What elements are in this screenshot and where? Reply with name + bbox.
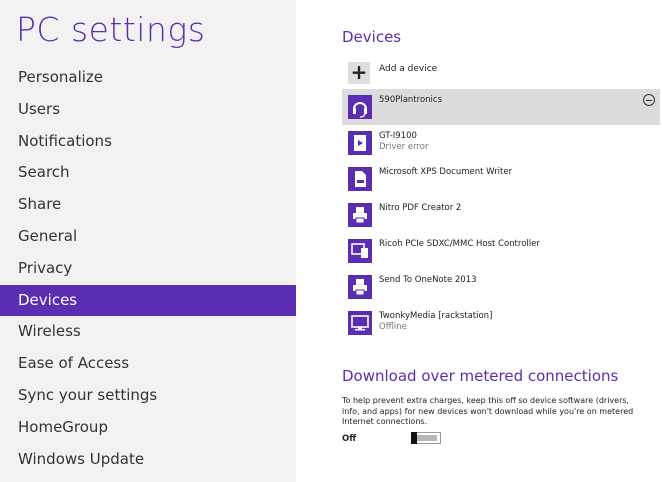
device-item[interactable]: TwonkyMedia [rackstation] Offline [342, 305, 660, 341]
metered-section-title: Download over metered connections [342, 367, 619, 385]
device-name: Send To OneNote 2013 [379, 275, 477, 285]
metered-toggle-label: Off [342, 434, 357, 444]
page-title: PC settings [16, 10, 206, 49]
nav-item-personalize[interactable]: Personalize [0, 62, 296, 94]
devices-pane: Devices + Add a device 590Plantronics GT-… [342, 0, 662, 482]
nav-item-ease-of-access[interactable]: Ease of Access [0, 348, 296, 380]
device-name: Microsoft XPS Document Writer [379, 167, 513, 177]
metered-toggle[interactable] [411, 432, 441, 444]
remove-device-icon[interactable] [643, 94, 655, 106]
monitor-icon [348, 311, 372, 335]
device-item[interactable]: Ricoh PCIe SDXC/MMC Host Controller [342, 233, 660, 269]
nav-item-privacy[interactable]: Privacy [0, 253, 296, 285]
nav-item-windows-update[interactable]: Windows Update [0, 444, 296, 476]
device-status: Driver error [379, 142, 429, 152]
device-icon [348, 239, 372, 263]
metered-description: To help prevent extra charges, keep this… [342, 396, 634, 426]
add-device-button[interactable]: + Add a device [342, 58, 660, 88]
nav-item-wireless[interactable]: Wireless [0, 316, 296, 348]
nav-item-sync-your-settings[interactable]: Sync your settings [0, 380, 296, 412]
device-item[interactable]: 590Plantronics [342, 89, 660, 125]
add-device-label: Add a device [379, 64, 438, 74]
headset-icon [348, 95, 372, 119]
device-name: GT-I9100 [379, 131, 417, 141]
left-panel: PC settings Personalize Users Notification… [0, 0, 296, 482]
printer-icon [348, 275, 372, 299]
device-status: Offline [379, 322, 407, 332]
plus-icon: + [348, 62, 370, 84]
nav-item-share[interactable]: Share [0, 189, 296, 221]
nav-item-homegroup[interactable]: HomeGroup [0, 412, 296, 444]
toggle-track [415, 435, 437, 441]
printer-icon [348, 203, 372, 227]
nav-item-devices[interactable]: Devices [0, 284, 296, 317]
media-player-icon [348, 131, 372, 155]
nav-item-general[interactable]: General [0, 221, 296, 253]
device-item[interactable]: Send To OneNote 2013 [342, 269, 660, 305]
device-name: 590Plantronics [379, 95, 442, 105]
device-item[interactable]: Nitro PDF Creator 2 [342, 197, 660, 233]
device-item[interactable]: Microsoft XPS Document Writer [342, 161, 660, 197]
nav-item-notifications[interactable]: Notifications [0, 126, 296, 158]
device-item[interactable]: GT-I9100 Driver error [342, 125, 660, 161]
document-icon [348, 167, 372, 191]
toggle-knob[interactable] [411, 432, 417, 444]
nav-item-search[interactable]: Search [0, 157, 296, 189]
nav-list: Personalize Users Notifications Search Share… [0, 62, 296, 475]
device-name: TwonkyMedia [rackstation] [379, 311, 493, 321]
device-name: Nitro PDF Creator 2 [379, 203, 462, 213]
device-name: Ricoh PCIe SDXC/MMC Host Controller [379, 239, 540, 249]
devices-section-title: Devices [342, 28, 402, 46]
nav-item-users[interactable]: Users [0, 94, 296, 126]
